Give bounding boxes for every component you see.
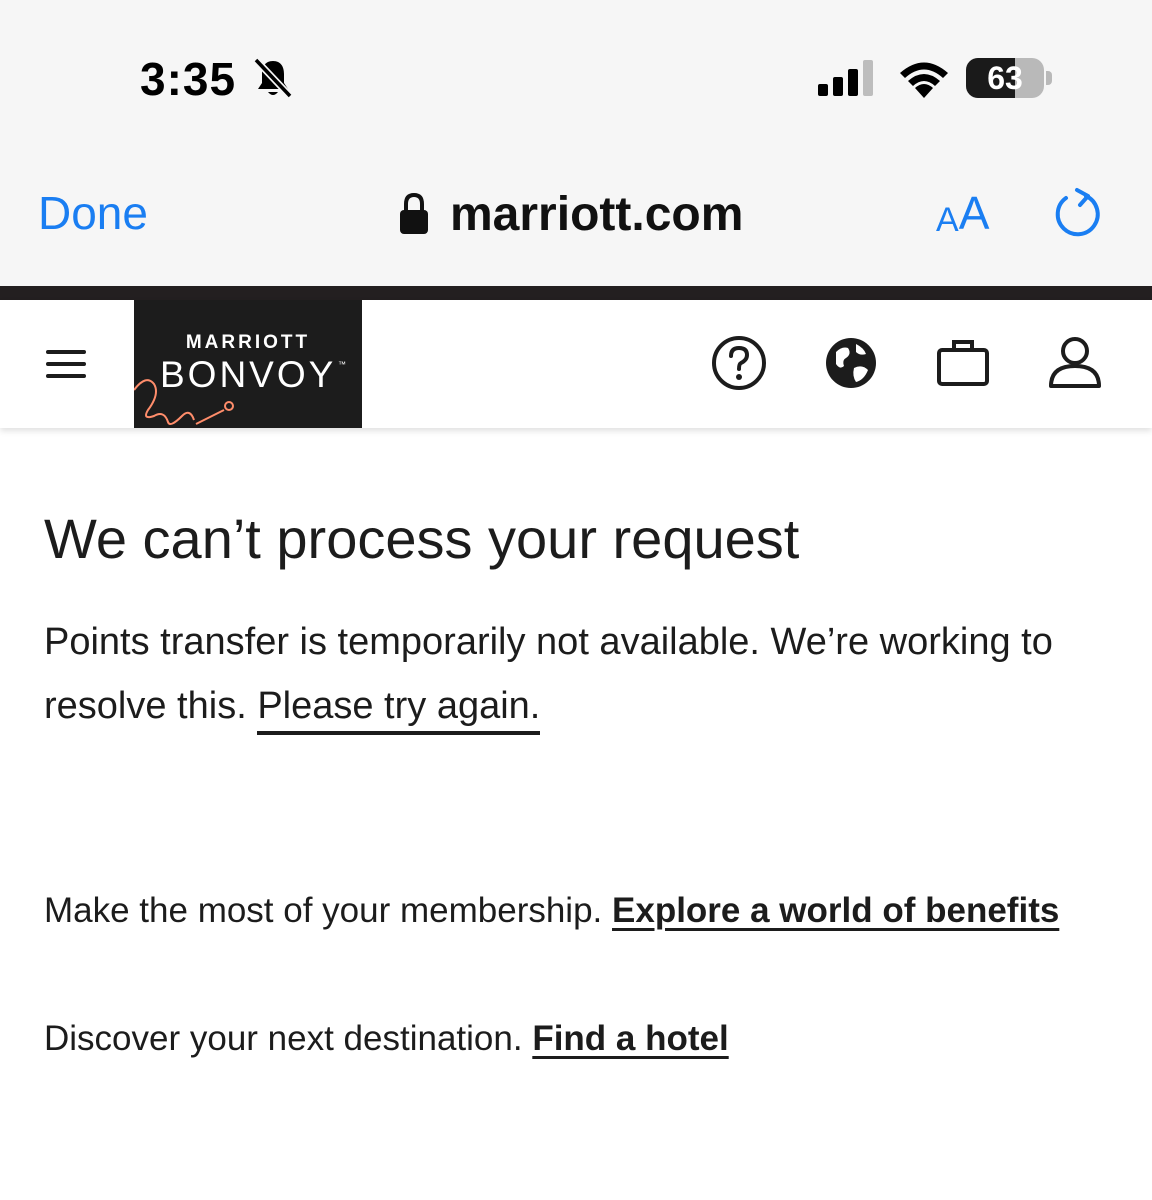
globe-icon[interactable]: [822, 334, 880, 392]
membership-paragraph: Make the most of your membership. Explor…: [44, 884, 1104, 938]
find-hotel-link[interactable]: Find a hotel: [532, 1019, 728, 1058]
marriott-bonvoy-logo[interactable]: MARRIOTT BONVOY ™: [134, 300, 362, 428]
discover-text: Discover your next destination.: [44, 1019, 523, 1058]
hamburger-menu-button[interactable]: [46, 350, 88, 380]
explore-benefits-link[interactable]: Explore a world of benefits: [612, 891, 1059, 930]
account-icon[interactable]: [1046, 334, 1104, 392]
text-size-small-label: A: [936, 201, 959, 239]
status-time: 3:35: [140, 53, 237, 105]
suitcase-icon[interactable]: [934, 334, 992, 392]
help-icon[interactable]: [710, 334, 768, 392]
address-bar[interactable]: marriott.com: [398, 184, 743, 244]
text-size-large-label: A: [958, 187, 990, 239]
battery-icon: 63: [966, 58, 1052, 100]
done-button[interactable]: Done: [38, 186, 148, 240]
battery-level-text: 63: [987, 60, 1023, 96]
try-again-link[interactable]: Please try again.: [257, 685, 541, 735]
error-message-text: Points transfer is temporarily not avail…: [44, 621, 1053, 727]
discover-paragraph: Discover your next destination. Find a h…: [44, 1012, 1104, 1066]
bell-muted-icon: [253, 57, 293, 99]
lock-icon: [400, 192, 428, 234]
top-dark-bar: [0, 286, 1152, 300]
site-header: MARRIOTT BONVOY ™: [0, 300, 1152, 428]
logo-squiggle-graphic: [134, 379, 234, 425]
membership-text: Make the most of your membership.: [44, 891, 603, 930]
wifi-icon: [900, 62, 948, 98]
url-text: marriott.com: [450, 187, 744, 241]
reload-icon[interactable]: [1050, 186, 1106, 242]
logo-marriott-text: MARRIOTT: [185, 332, 311, 353]
text-size-button[interactable]: A A: [936, 187, 990, 240]
error-message: Points transfer is temporarily not avail…: [44, 610, 1104, 738]
browser-chrome: 3:35 63 Done marriott.com A A: [0, 0, 1152, 286]
cellular-signal-icon: [818, 60, 873, 96]
page-title: We can’t process your request: [44, 507, 800, 570]
